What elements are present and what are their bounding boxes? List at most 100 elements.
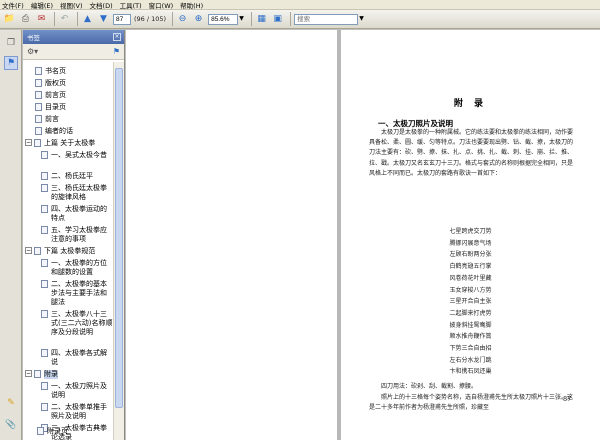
bookmark-icon bbox=[41, 310, 48, 318]
comments-icon[interactable]: ✎ bbox=[4, 396, 18, 410]
verse-line: 左右分水龙门跳 bbox=[449, 356, 492, 364]
toolbar-separator bbox=[290, 12, 292, 26]
close-icon[interactable]: × bbox=[113, 33, 121, 41]
bookmark-item[interactable]: 一、太极拳的方位和腿数的设置 bbox=[41, 259, 113, 277]
bookmark-item[interactable]: 书名页 bbox=[35, 67, 66, 76]
pages-icon[interactable]: ❐ bbox=[4, 36, 18, 50]
search-dropdown-icon[interactable]: ▼ bbox=[358, 13, 365, 26]
bookmark-icon bbox=[35, 79, 42, 87]
paragraph: 照片上的十三格每个姿势名称，选自杨澄甫先生所太极刀照片十三张。这是二十多年前作者… bbox=[369, 394, 574, 412]
bookmark-icon bbox=[35, 67, 42, 75]
bookmark-item[interactable]: 一、吴式太极今昔 bbox=[41, 151, 113, 160]
panel-header: 书签 × bbox=[23, 30, 124, 44]
menu-edit[interactable]: 编辑(E) bbox=[31, 0, 53, 10]
next-page-icon[interactable]: ▼ bbox=[97, 13, 110, 26]
bookmark-icon bbox=[41, 403, 48, 411]
verse-line: 玉女穿梭八方势 bbox=[449, 286, 492, 294]
attachment-icon[interactable]: 📎 bbox=[4, 418, 18, 432]
menu-file[interactable]: 文件(F) bbox=[2, 0, 24, 10]
bookmarks-panel: 书签 × ⚙▾ ⚑ 书名页 版权页 前言页 目录页 前言 编者的话 − 上篇 关于… bbox=[23, 30, 125, 440]
bookmark-item[interactable]: 附录页 bbox=[37, 427, 68, 436]
bookmark-item[interactable]: 四、太极拳各式解说 bbox=[41, 349, 113, 367]
zoom-out-icon[interactable]: ⊖ bbox=[176, 13, 189, 26]
previous-page-icon[interactable]: ▲ bbox=[81, 13, 94, 26]
menu-tools[interactable]: 工具(T) bbox=[120, 0, 142, 10]
zoom-in-icon[interactable]: ⊕ bbox=[192, 13, 205, 26]
verse-line: 左顾右盼两分张 bbox=[449, 251, 492, 259]
verse-line: 七星跨虎交刀势 bbox=[449, 228, 492, 235]
page-previous bbox=[126, 30, 337, 440]
bookmark-item[interactable]: 五、学习太极拳应注意的事项 bbox=[41, 226, 113, 244]
bookmarks-scrollbar[interactable] bbox=[113, 62, 124, 440]
menu-window[interactable]: 窗口(W) bbox=[149, 0, 174, 10]
fit-page-icon[interactable]: ▦ bbox=[255, 13, 268, 26]
page-heading: 附 录 bbox=[453, 99, 488, 109]
bookmark-group[interactable]: − 下篇 太极拳规范 bbox=[25, 247, 95, 256]
bookmark-item[interactable]: 四、太极拳运动的特点 bbox=[41, 205, 113, 223]
menu-view[interactable]: 视图(V) bbox=[60, 0, 83, 10]
panel-tools: ⚙▾ ⚑ bbox=[23, 44, 124, 60]
bookmark-group[interactable]: − 附录 bbox=[25, 370, 58, 379]
verse-line: 顺水推舟鞭作篙 bbox=[449, 333, 492, 341]
menu-help[interactable]: 帮助(H) bbox=[180, 0, 203, 10]
menu-document[interactable]: 文档(D) bbox=[90, 0, 113, 10]
zoom-dropdown-icon[interactable]: ▼ bbox=[238, 13, 245, 26]
page-number: 87 bbox=[563, 395, 572, 403]
bookmark-icon bbox=[41, 205, 48, 213]
email-icon[interactable]: ✉ bbox=[35, 13, 48, 26]
zoom-input[interactable] bbox=[208, 13, 239, 25]
collapse-icon[interactable]: − bbox=[25, 370, 32, 377]
bookmark-item[interactable]: 一、太极刀照片及说明 bbox=[41, 382, 113, 400]
bookmark-item[interactable]: 三、杨氏廷太极拳的旋律风格 bbox=[41, 184, 113, 202]
scrollbar-thumb[interactable] bbox=[115, 68, 123, 408]
bookmark-icon bbox=[35, 115, 42, 123]
open-folder-icon[interactable]: 📁 bbox=[3, 13, 16, 26]
bookmark-group[interactable]: − 上篇 关于太极拳 bbox=[25, 139, 95, 148]
toolbar-separator bbox=[251, 12, 253, 26]
panel-title: 书签 bbox=[27, 34, 40, 42]
verse-line: 卞和携石凤还巢 bbox=[449, 368, 492, 376]
bookmark-icon bbox=[37, 427, 44, 435]
bookmark-icon bbox=[35, 91, 42, 99]
toolbar-separator bbox=[54, 12, 55, 26]
bookmark-icon bbox=[41, 382, 48, 390]
bookmark-icon bbox=[34, 139, 41, 147]
bookmark-item[interactable]: 前言 bbox=[35, 115, 59, 124]
print-icon[interactable]: ⎙ bbox=[19, 13, 32, 26]
bookmark-icon bbox=[34, 247, 41, 255]
back-icon[interactable]: ↶ bbox=[58, 13, 71, 26]
bookmark-icon bbox=[35, 127, 42, 135]
bookmark-item[interactable]: 二、杨氏廷平 bbox=[41, 172, 113, 181]
search-input[interactable] bbox=[294, 13, 359, 25]
fit-width-icon[interactable]: ▣ bbox=[271, 13, 284, 26]
verse-line: 披身斜挂鸳鸯脚 bbox=[449, 321, 492, 329]
paragraph: 四刀用法：砍剁、刮、截割、撩腰。 bbox=[381, 383, 478, 390]
bookmark-item[interactable]: 二、太极拳单推手照片及说明 bbox=[41, 403, 113, 421]
menubar: 文件(F) 编辑(E) 视图(V) 文档(D) 工具(T) 窗口(W) 帮助(H… bbox=[0, 0, 600, 10]
bookmark-icon bbox=[41, 280, 48, 288]
toolbar-separator bbox=[172, 12, 174, 26]
bookmark-icon bbox=[41, 226, 48, 234]
bookmark-item[interactable]: 版权页 bbox=[35, 79, 66, 88]
document-view[interactable]: 附 录 一、太极刀照片及说明 太极刀是太极拳的一种附属械。它的练法要和太极拳的练… bbox=[126, 30, 600, 440]
bookmark-tree: 书名页 版权页 前言页 目录页 前言 编者的话 − 上篇 关于太极拳 一、吴式太极… bbox=[23, 62, 114, 440]
bookmark-item[interactable]: 目录页 bbox=[35, 103, 66, 112]
bookmark-icon bbox=[41, 151, 48, 159]
bookmark-item[interactable]: 三、太极拳八十三式(三二六动)名称顺序及分段说明 bbox=[41, 310, 113, 337]
bookmarks-icon[interactable]: ⚑ bbox=[4, 56, 18, 70]
page-number-input[interactable] bbox=[113, 13, 131, 25]
verse-line: 腾挪闪展意气场 bbox=[449, 239, 492, 247]
navigation-strip: ❐ ⚑ ✎ 📎 bbox=[0, 30, 22, 440]
bookmark-item[interactable]: 编者的话 bbox=[35, 127, 73, 136]
bookmark-item[interactable]: 前言页 bbox=[35, 91, 66, 100]
new-bookmark-icon[interactable]: ⚑ bbox=[113, 47, 120, 56]
bookmark-item[interactable]: 二、太极拳的基本步法与主要手法和腿法 bbox=[41, 280, 113, 307]
page-current: 附 录 一、太极刀照片及说明 太极刀是太极拳的一种附属械。它的练法要和太极拳的练… bbox=[341, 30, 600, 440]
bookmark-icon bbox=[34, 370, 41, 378]
verse-line: 风卷荷花叶里藏 bbox=[449, 274, 492, 282]
collapse-icon[interactable]: − bbox=[25, 139, 32, 146]
collapse-icon[interactable]: − bbox=[25, 247, 32, 254]
options-icon[interactable]: ⚙▾ bbox=[27, 47, 38, 56]
verse-line: 三星开合自主张 bbox=[449, 298, 492, 306]
page-count-label: (96 / 105) bbox=[134, 15, 167, 23]
